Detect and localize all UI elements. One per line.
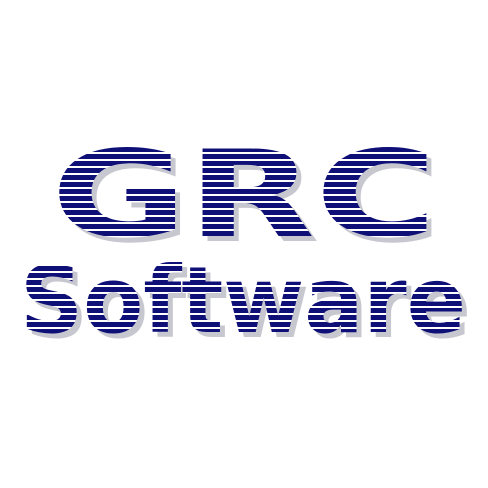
grc-software-logo: GRC Software GRC Software: [20, 126, 471, 359]
logo-line2: Software: [20, 247, 466, 354]
logo-canvas: GRC Software GRC Software: [0, 0, 488, 488]
logo-line1: GRC: [51, 126, 437, 265]
